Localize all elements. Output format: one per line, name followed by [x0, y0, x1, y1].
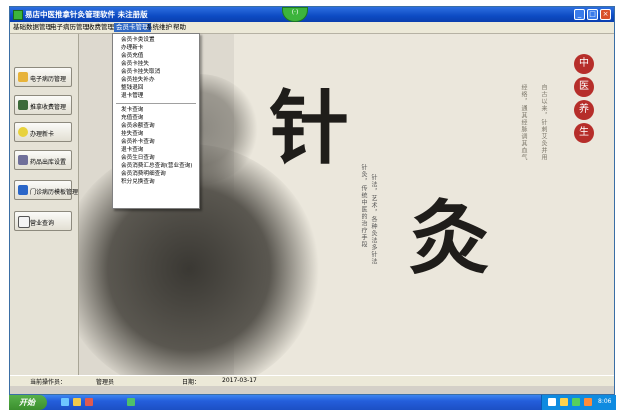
app-window: 易店中医推拿针灸管理软件 未注册版 (·) _ □ × 基础数据管理 电子病历管…: [9, 6, 615, 395]
calligraphy-jiu: 灸: [409, 191, 489, 285]
menu-system[interactable]: 系统维护: [144, 23, 174, 32]
window-title: 易店中医推拿针灸管理软件 未注册版: [25, 10, 148, 19]
network-badge-icon: (·): [282, 7, 308, 22]
folder-icon: [18, 72, 28, 82]
member-card-dropdown: 会员卡类设置 办理新卡 会员充值 会员卡挂失 会员卡挂失取消 会员挂失补办 整钱…: [112, 33, 200, 209]
template-icon: [18, 185, 28, 195]
seal-zhong: 中: [574, 54, 594, 74]
taskbar: 开始 8:06: [9, 395, 616, 410]
menu-emr[interactable]: 电子病历管理: [48, 23, 91, 32]
operator-value: 管理员: [96, 379, 115, 386]
tray-app-icon[interactable]: [584, 398, 592, 406]
app-icon: [13, 10, 23, 20]
sidebar-item-emr[interactable]: 电子病历管理: [14, 67, 72, 87]
menu-item-new-card[interactable]: 办理新卡: [121, 45, 143, 52]
sidebar-item-label: 电子病历管理: [30, 76, 67, 83]
tray-network-icon[interactable]: [548, 398, 556, 406]
pen-icon: [18, 155, 28, 165]
clock[interactable]: 8:06: [598, 398, 611, 405]
start-button[interactable]: 开始: [9, 395, 47, 410]
date-value: 2017-03-17: [222, 377, 257, 384]
document-icon: [18, 216, 30, 228]
menu-item-loss-query[interactable]: 挂失查询: [121, 131, 143, 138]
sidebar-item-label: 营业查询: [30, 220, 55, 227]
sidebar-item-template[interactable]: 门诊病历模板管理: [14, 180, 78, 200]
taskbar-window-icon[interactable]: [127, 398, 135, 406]
sidebar-item-new-card[interactable]: 办理新卡: [14, 122, 72, 142]
menu-item-return-card[interactable]: 退卡管理: [121, 93, 143, 100]
quicklaunch-folder-icon[interactable]: [73, 398, 81, 406]
menu-item-consume-summary[interactable]: 会员消费汇总查询(营业查询): [121, 163, 193, 170]
sidebar-item-massage-billing[interactable]: 推拿收费管理: [14, 95, 72, 115]
maximize-button[interactable]: □: [587, 9, 598, 20]
sidebar-item-drug-outbound[interactable]: 药品出库设置: [14, 150, 72, 170]
poem-line-2: 针灸，传统中医的治疗手段: [360, 164, 367, 248]
close-button[interactable]: ×: [600, 9, 611, 20]
quicklaunch-app-icon[interactable]: [85, 398, 93, 406]
seal-yi: 医: [574, 77, 594, 97]
sidebar-item-label: 办理新卡: [30, 131, 55, 138]
menu-item-birthday-query[interactable]: 会员生日查询: [121, 155, 155, 162]
menu-separator: [116, 103, 196, 104]
poem-line-3: 经络，通其经脉调其血气: [520, 84, 527, 161]
sidebar-item-label: 药品出库设置: [30, 159, 67, 166]
menu-item-card-type[interactable]: 会员卡类设置: [121, 37, 155, 44]
operator-label: 当前操作员：: [30, 379, 67, 386]
menu-item-balance-query[interactable]: 会员余额查询: [121, 123, 155, 130]
menu-item-recharge-query[interactable]: 充值查询: [121, 115, 143, 122]
card-icon: [18, 127, 28, 137]
menu-item-consume-detail[interactable]: 会员消费明细查询: [121, 171, 166, 178]
poem-line-4: 自古以来，针刺艾灸并用: [540, 84, 547, 161]
calligraphy-zhen: 针: [269, 81, 349, 175]
menu-item-recharge[interactable]: 会员充值: [121, 53, 143, 60]
date-label: 日期：: [182, 379, 201, 386]
poem-line-1: 针法，艺术，各种灸法多针法: [370, 174, 377, 265]
menu-billing[interactable]: 收费管理: [86, 23, 116, 32]
sidebar-item-business-query[interactable]: 营业查询: [14, 211, 72, 231]
title-bar[interactable]: 易店中医推拿针灸管理软件 未注册版 (·) _ □ ×: [10, 7, 614, 22]
menu-item-refund[interactable]: 整钱退回: [121, 85, 143, 92]
system-tray: 8:06: [541, 395, 616, 410]
menu-item-report-loss[interactable]: 会员卡挂失: [121, 61, 149, 68]
tray-volume-icon[interactable]: [560, 398, 568, 406]
menu-item-reissue[interactable]: 会员挂失补办: [121, 77, 155, 84]
menu-item-reissue-query[interactable]: 会员补卡查询: [121, 139, 155, 146]
menu-item-return-query[interactable]: 退卡查询: [121, 147, 143, 154]
menu-bar: 基础数据管理 电子病历管理 收费管理 会员卡管理 系统维护 帮助: [10, 22, 614, 34]
minimize-button[interactable]: _: [574, 9, 585, 20]
figure-icon: [18, 100, 28, 110]
menu-item-points-query[interactable]: 积分兑换查询: [121, 179, 155, 186]
menu-item-cancel-loss[interactable]: 会员卡挂失取消: [121, 69, 160, 76]
tray-security-icon[interactable]: [572, 398, 580, 406]
quicklaunch-ie-icon[interactable]: [61, 398, 69, 406]
status-bar: 当前操作员： 管理员 日期： 2017-03-17: [10, 375, 614, 386]
menu-item-issue-query[interactable]: 发卡查询: [121, 107, 143, 114]
sidebar-item-label: 门诊病历模板管理: [30, 189, 79, 196]
menu-help[interactable]: 帮助: [171, 23, 188, 32]
sidebar-item-label: 推拿收费管理: [30, 104, 67, 111]
seal-sheng: 生: [574, 123, 594, 143]
seal-yang: 养: [574, 100, 594, 120]
sidebar: 电子病历管理 推拿收费管理 办理新卡 药品出库设置 门诊病历模板管理 营业查询: [10, 34, 79, 375]
